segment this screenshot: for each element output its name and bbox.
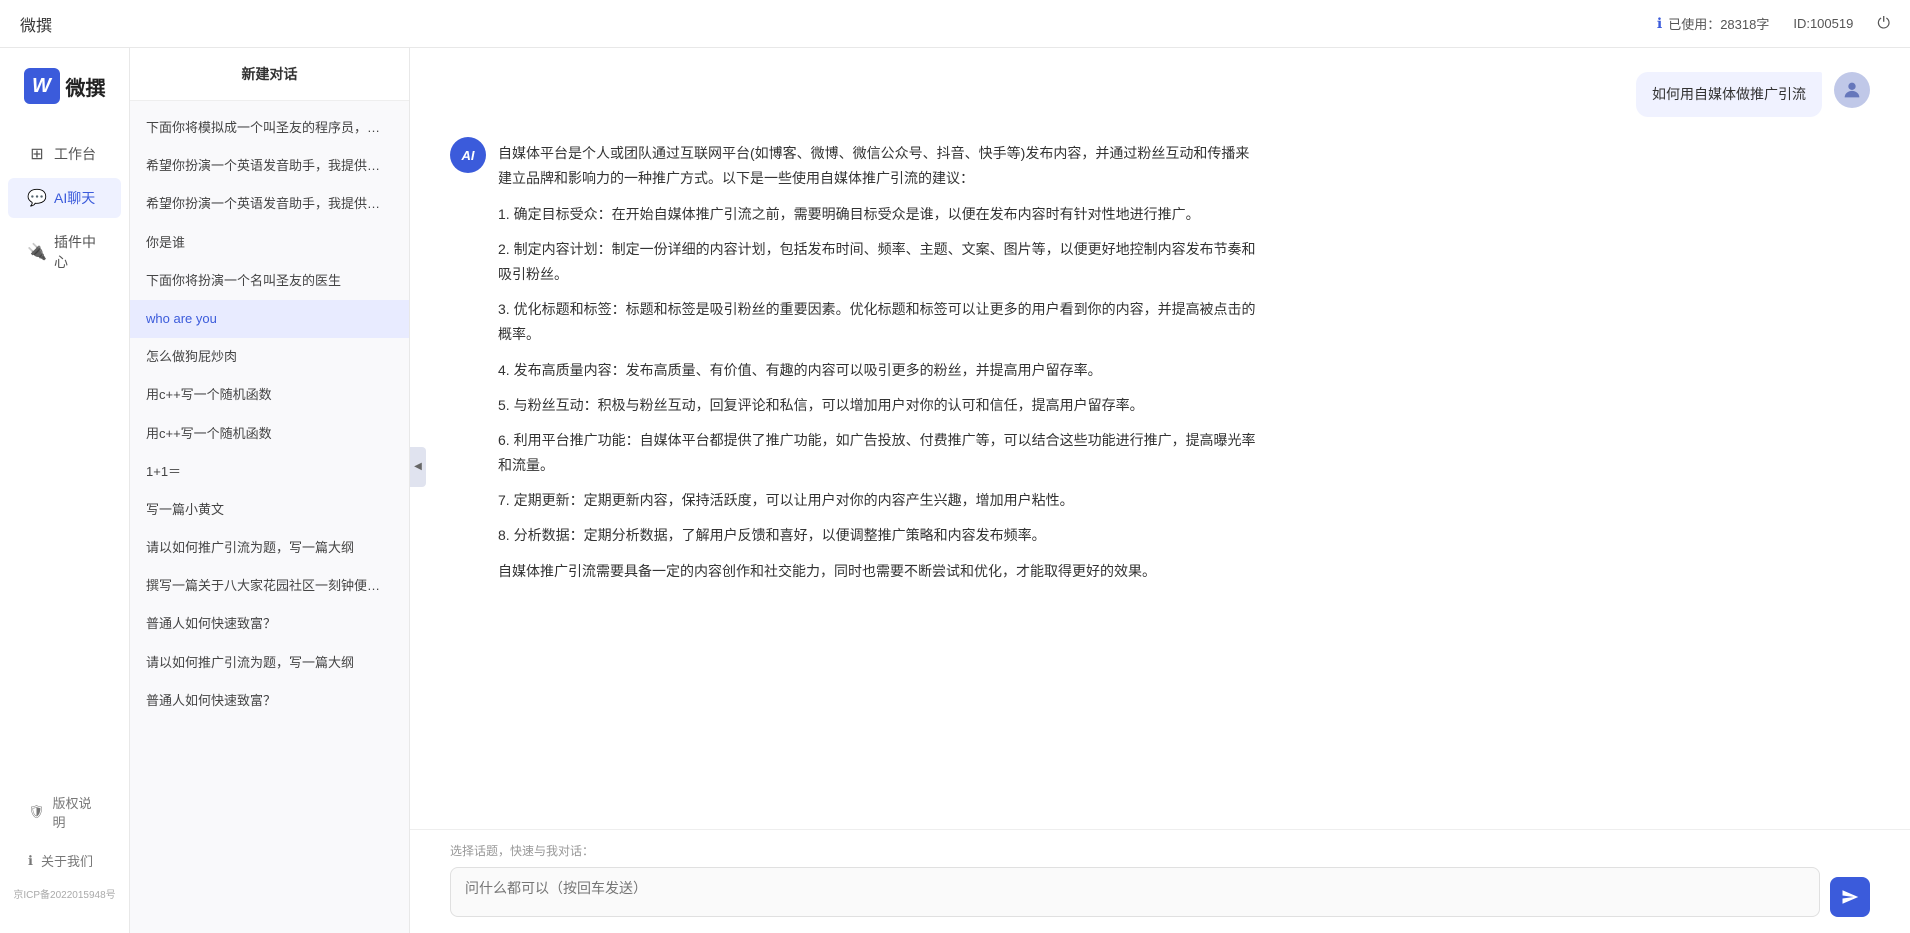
left-nav: W 微撰 ⊞ 工作台 💬 AI聊天 🔌 插件中心 🛡 版权说明 ℹ [0, 48, 130, 933]
sidebar-item-aichat[interactable]: 💬 AI聊天 [8, 178, 121, 218]
sidebar-item-copyright[interactable]: 🛡 版权说明 [8, 785, 121, 839]
avatar: AI [450, 137, 486, 173]
chat-sidebar: 新建对话 下面你将模拟成一个叫圣友的程序员，我说...希望你扮演一个英语发音助手… [130, 48, 410, 933]
chat-list-item[interactable]: who are you [130, 300, 409, 338]
quick-topic-label: 选择话题，快速与我对话： [450, 842, 1870, 859]
sidebar-collapse-button[interactable]: ◀ [410, 447, 426, 487]
chat-icon: 💬 [28, 189, 46, 207]
usage-info: ℹ 已使用：28318字 [1657, 14, 1769, 33]
topbar-title: 微撰 [20, 12, 52, 36]
logo-area: W 微撰 [24, 68, 106, 104]
id-label: ID:100519 [1793, 16, 1853, 31]
chat-messages: 如何用自媒体做推广引流 AI 自媒体平台是个人或团队通过互联网平台(如博客、微博、微… [410, 48, 1910, 829]
sidebar-item-workbench[interactable]: ⊞ 工作台 [8, 134, 121, 174]
plugin-icon: 🔌 [28, 243, 46, 261]
chat-list-item[interactable]: 普通人如何快速致富？ [130, 605, 409, 643]
sidebar-item-about[interactable]: ℹ 关于我们 [8, 843, 121, 878]
power-icon[interactable]: ⏻ [1877, 15, 1890, 33]
chat-list-item[interactable]: 希望你扮演一个英语发音助手，我提供给你... [130, 147, 409, 185]
info-icon: ℹ [1657, 15, 1662, 32]
sidebar-item-label: AI聊天 [54, 188, 95, 208]
chat-list-item[interactable]: 普通人如何快速致富？ [130, 682, 409, 720]
chat-list-item[interactable]: 请以如何推广引流为题，写一篇大纲 [130, 529, 409, 567]
chat-main: 如何用自媒体做推广引流 AI 自媒体平台是个人或团队通过互联网平台(如博客、微博、微… [410, 48, 1910, 933]
message-bubble: 如何用自媒体做推广引流 [1636, 72, 1822, 117]
info-circle-icon: ℹ [28, 853, 33, 869]
chat-list-item[interactable]: 请以如何推广引流为题，写一篇大纲 [130, 644, 409, 682]
chat-list-item[interactable]: 用c++写一个随机函数 [130, 376, 409, 414]
logo-text: 微撰 [66, 72, 106, 101]
chat-input[interactable] [450, 867, 1820, 917]
chat-list: 下面你将模拟成一个叫圣友的程序员，我说...希望你扮演一个英语发音助手，我提供给… [130, 101, 409, 933]
chat-list-item[interactable]: 用c++写一个随机函数 [130, 415, 409, 453]
chat-input-area: 选择话题，快速与我对话： [410, 829, 1910, 933]
nav-bottom-label: 关于我们 [41, 851, 93, 870]
chat-list-item[interactable]: 希望你扮演一个英语发音助手，我提供给你... [130, 185, 409, 223]
chat-list-item[interactable]: 1+1＝ [130, 453, 409, 491]
nav-bottom-label: 版权说明 [53, 793, 101, 831]
nav-items: ⊞ 工作台 💬 AI聊天 🔌 插件中心 [0, 134, 129, 785]
message-row: AI 自媒体平台是个人或团队通过互联网平台(如博客、微博、微信公众号、抖音、快手等… [450, 137, 1870, 588]
logo-w-icon: W [24, 68, 60, 104]
input-row [450, 867, 1870, 917]
chat-list-item[interactable]: 下面你将扮演一个名叫圣友的医生 [130, 262, 409, 300]
chat-list-item[interactable]: 撰写一篇关于八大家花园社区一刻钟便民生... [130, 567, 409, 605]
sidebar-item-plugins[interactable]: 🔌 插件中心 [8, 222, 121, 282]
chat-list-item[interactable]: 怎么做狗屁炒肉 [130, 338, 409, 376]
topbar: 微撰 ℹ 已使用：28318字 ID:100519 ⏻ [0, 0, 1910, 48]
sidebar-item-label: 插件中心 [54, 232, 101, 272]
avatar [1834, 72, 1870, 108]
shield-icon: 🛡 [28, 804, 45, 820]
sidebar-item-label: 工作台 [54, 144, 96, 164]
main-layout: W 微撰 ⊞ 工作台 💬 AI聊天 🔌 插件中心 🛡 版权说明 ℹ [0, 48, 1910, 933]
grid-icon: ⊞ [28, 145, 46, 163]
icp-text: 京ICP备2022015948号 [0, 882, 129, 905]
message-row: 如何用自媒体做推广引流 [450, 72, 1870, 117]
send-button[interactable] [1830, 877, 1870, 917]
nav-bottom: 🛡 版权说明 ℹ 关于我们 京ICP备2022015948号 [0, 785, 129, 913]
new-chat-button[interactable]: 新建对话 [130, 48, 409, 101]
topbar-right: ℹ 已使用：28318字 ID:100519 ⏻ [1657, 14, 1890, 33]
usage-text: 已使用：28318字 [1668, 14, 1769, 33]
send-icon [1841, 888, 1859, 906]
chat-list-item[interactable]: 写一篇小黄文 [130, 491, 409, 529]
chat-list-item[interactable]: 你是谁 [130, 224, 409, 262]
message-bubble: 自媒体平台是个人或团队通过互联网平台(如博客、微博、微信公众号、抖音、快手等)发… [498, 137, 1258, 588]
chat-list-item[interactable]: 下面你将模拟成一个叫圣友的程序员，我说... [130, 109, 409, 147]
